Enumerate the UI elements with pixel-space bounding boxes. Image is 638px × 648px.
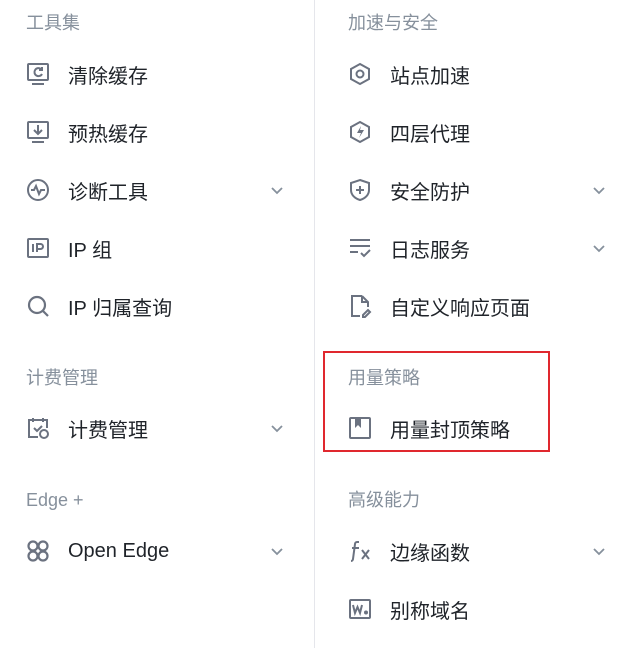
page-edit-icon [348, 294, 372, 318]
section-title-edge-plus: Edge + [26, 490, 84, 510]
menu-item-security[interactable]: 安全防护 [348, 170, 470, 210]
menu-item-label: IP 归属查询 [68, 297, 173, 320]
menu-item-label: 别称域名 [390, 600, 470, 623]
menu-item-open-edge[interactable]: Open Edge [26, 531, 169, 571]
menu-item-label: 日志服务 [390, 239, 470, 262]
shield-plus-icon [348, 178, 372, 202]
section-title-toolset: 工具集 [26, 13, 80, 33]
section-title-advanced: 高级能力 [348, 490, 420, 510]
function-fx-icon [348, 539, 372, 563]
menu-item-label: 站点加速 [390, 65, 470, 88]
menu-item-ip-lookup[interactable]: IP 归属查询 [26, 286, 172, 326]
chevron-down-icon[interactable] [592, 183, 606, 197]
menu-item-log-service[interactable]: 日志服务 [348, 228, 470, 268]
menu-item-l4-proxy[interactable]: 四层代理 [348, 112, 470, 152]
chevron-down-icon[interactable] [270, 183, 284, 197]
menu-item-label: 安全防护 [390, 181, 470, 204]
section-title-acceleration-security: 加速与安全 [348, 13, 438, 33]
right-column: 加速与安全 站点加速 四层代理 安全防护 日志服务 自定义响应页面 用量策略 用… [315, 0, 638, 648]
menu-item-label: 计费管理 [68, 419, 148, 442]
chevron-down-icon[interactable] [270, 544, 284, 558]
search-icon [26, 294, 50, 318]
monitor-refresh-icon [26, 62, 50, 86]
menu-item-diagnostics[interactable]: 诊断工具 [26, 170, 148, 210]
openedge-logo-icon [26, 539, 50, 563]
hexagon-gear-icon [348, 62, 372, 86]
left-column: 工具集 清除缓存 预热缓存 诊断工具 IP 组 IP 归属查询 计费管理 计费管… [0, 0, 314, 648]
menu-item-label: Open Edge [68, 539, 170, 562]
w-box-icon [348, 597, 372, 621]
chevron-down-icon[interactable] [592, 544, 606, 558]
menu-item-site-acceleration[interactable]: 站点加速 [348, 54, 470, 94]
pulse-circle-icon [26, 178, 50, 202]
menu-item-custom-response-page[interactable]: 自定义响应页面 [348, 286, 530, 326]
menu-item-label: 诊断工具 [68, 181, 148, 204]
chevron-down-icon[interactable] [270, 421, 284, 435]
menu-item-alias-domain[interactable]: 别称域名 [348, 589, 470, 629]
menu-item-clear-cache[interactable]: 清除缓存 [26, 54, 148, 94]
menu-item-edge-functions[interactable]: 边缘函数 [348, 531, 470, 571]
download-box-icon [26, 120, 50, 144]
menu-item-label: 预热缓存 [68, 123, 148, 146]
menu-item-ip-group[interactable]: IP 组 [26, 228, 112, 268]
menu-item-label: 边缘函数 [390, 542, 470, 565]
calendar-check-icon [26, 416, 50, 440]
menu-item-label: 四层代理 [390, 123, 470, 146]
menu-item-label: IP 组 [68, 239, 113, 262]
hexagon-bolt-icon [348, 120, 372, 144]
menu-item-billing[interactable]: 计费管理 [26, 408, 148, 448]
menu-item-label: 清除缓存 [68, 65, 148, 88]
menu-item-preheat-cache[interactable]: 预热缓存 [26, 112, 148, 152]
ip-box-icon [26, 236, 50, 260]
menu-item-label: 自定义响应页面 [390, 297, 530, 320]
chevron-down-icon[interactable] [592, 241, 606, 255]
highlight-box [323, 351, 550, 452]
section-title-billing: 计费管理 [26, 368, 98, 388]
list-check-icon [348, 236, 372, 260]
